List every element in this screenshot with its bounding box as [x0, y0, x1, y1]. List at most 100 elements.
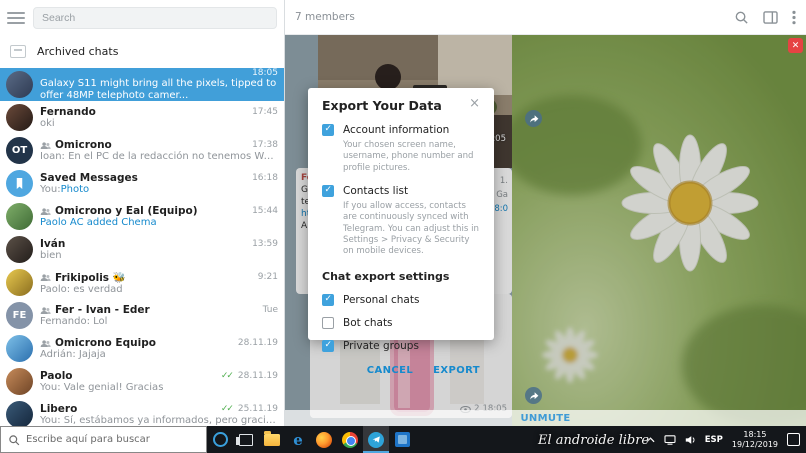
- chat-row-main: Omicrono 17:38 Ioan: En el PC de la redac…: [40, 139, 278, 162]
- tray-expand-icon[interactable]: [646, 436, 655, 443]
- unmute-bar[interactable]: UNMUTE: [285, 410, 806, 426]
- chat-row-main: Iván 13:59 bien: [40, 238, 278, 261]
- export-data-modal: Export Your Data × Account information Y…: [308, 88, 494, 376]
- avatar-initials: FE: [12, 310, 27, 321]
- chat-time: 15:44: [252, 206, 278, 216]
- chat-time: 16:18: [252, 173, 278, 183]
- chat-name: Paolo: [40, 370, 73, 382]
- telegram-window: Archived chats 18:05 Galaxy S11 might br…: [0, 0, 806, 426]
- members-count: 7 members: [295, 11, 355, 23]
- avatar: FE: [6, 302, 33, 329]
- language-indicator[interactable]: ESP: [705, 435, 723, 445]
- action-center-icon[interactable]: [787, 433, 800, 446]
- chat-list-item[interactable]: Frikipolis 🐝 9:21 Paolo: es verdad: [0, 266, 284, 299]
- search-input[interactable]: [33, 6, 277, 29]
- taskbar-search-box[interactable]: [0, 426, 207, 453]
- volume-icon[interactable]: [685, 435, 696, 445]
- group-icon: [40, 339, 51, 348]
- red-close-badge[interactable]: ✕: [788, 38, 803, 53]
- share-arrow-icon: [529, 114, 538, 122]
- chat-list-item[interactable]: Omicrono Equipo 28.11.19 Adrián: Jajaja: [0, 332, 284, 365]
- chat-header[interactable]: 7 members: [285, 0, 806, 35]
- checkbox-label: Private groups: [343, 339, 419, 352]
- chat-time: 28.11.19: [237, 371, 278, 381]
- chat-preview-accent: Photo: [60, 184, 90, 195]
- read-checks-icon: ✓✓: [220, 371, 234, 381]
- group-icon: [40, 306, 51, 315]
- chrome-icon[interactable]: [337, 426, 363, 453]
- checkbox-description: Your chosen screen name, username, phone…: [343, 140, 474, 173]
- chat-list-item[interactable]: OT Omicrono 17:38 Ioan: En el PC de la re…: [0, 134, 284, 167]
- chat-list-item[interactable]: FE Fer - Ivan - Eder Tue Fernando: Lol: [0, 299, 284, 332]
- checkbox-account-information[interactable]: Account information: [322, 124, 480, 136]
- share-arrow-icon: [529, 391, 538, 399]
- sidebar-topbar: [0, 0, 284, 35]
- share-button[interactable]: [525, 387, 542, 404]
- chat-list-item[interactable]: Iván 13:59 bien: [0, 233, 284, 266]
- chat-preview-accent: Paolo AC added Chema: [40, 217, 157, 228]
- chat-time: 18:05: [252, 67, 278, 78]
- checkbox-bot-chats[interactable]: Bot chats: [322, 316, 480, 329]
- chat-list-item-selected[interactable]: 18:05 Galaxy S11 might bring all the pix…: [0, 68, 284, 101]
- file-explorer-icon[interactable]: [259, 426, 285, 453]
- checkbox-label: Personal chats: [343, 293, 420, 306]
- cancel-button[interactable]: CANCEL: [367, 365, 413, 376]
- telegram-icon[interactable]: [363, 426, 389, 453]
- avatar: [6, 335, 33, 362]
- cortana-icon[interactable]: [207, 426, 233, 453]
- checkbox-description: If you allow access, contacts are contin…: [343, 201, 479, 257]
- more-menu-icon[interactable]: [792, 10, 796, 25]
- chat-list-item[interactable]: Paolo ✓✓ 28.11.19 You: Vale genial! Gracia…: [0, 365, 284, 398]
- section-heading: Chat export settings: [322, 269, 450, 283]
- chat-row-main: Libero ✓✓ 25.11.19 You: Sí, estábamos ya i…: [40, 403, 278, 426]
- checkbox-icon[interactable]: [322, 316, 334, 329]
- close-icon[interactable]: ×: [469, 97, 480, 110]
- checkbox-personal-chats[interactable]: Personal chats: [322, 293, 480, 306]
- chat-list-item[interactable]: Saved Messages 16:18 You: Photo: [0, 167, 284, 200]
- chat-preview: Adrián: Jajaja: [40, 349, 106, 360]
- taskbar-search-input[interactable]: [26, 434, 199, 445]
- windows-taskbar: e ESP 18:15 19/12/2019: [0, 426, 806, 453]
- checkbox-contacts-list[interactable]: Contacts list: [322, 185, 480, 198]
- menu-hamburger-icon[interactable]: [7, 11, 25, 24]
- chat-time: 9:21: [257, 272, 278, 282]
- checkbox-label: Bot chats: [343, 316, 393, 329]
- chat-preview: oki: [40, 118, 55, 129]
- chat-preview: bien: [40, 250, 62, 261]
- network-icon[interactable]: [664, 434, 676, 445]
- avatar: [6, 269, 33, 296]
- tray-clock[interactable]: 18:15 19/12/2019: [732, 430, 778, 450]
- chat-list-item[interactable]: Fernando 17:45 oki: [0, 101, 284, 134]
- photos-icon[interactable]: [389, 426, 415, 453]
- share-button[interactable]: [525, 110, 542, 127]
- chat-row-main: 18:05 Galaxy S11 might bring all the pix…: [40, 68, 278, 102]
- search-icon[interactable]: [734, 10, 749, 25]
- checkbox-icon[interactable]: [322, 185, 334, 198]
- checkbox-label: Contacts list: [343, 185, 409, 198]
- chat-preview: Galaxy S11 might bring all the pixels, t…: [40, 77, 277, 101]
- avatar: [6, 368, 33, 395]
- checkbox-icon[interactable]: [322, 293, 334, 306]
- screen: Archived chats 18:05 Galaxy S11 might br…: [0, 0, 806, 453]
- firefox-icon[interactable]: [311, 426, 337, 453]
- task-view-icon[interactable]: [233, 426, 259, 453]
- saved-messages-avatar: [6, 170, 33, 197]
- chat-preview: You: Sí, estábamos ya informados, pero g…: [40, 415, 278, 426]
- edge-icon[interactable]: e: [285, 426, 311, 453]
- archived-chats-row[interactable]: Archived chats: [0, 35, 284, 68]
- checkbox-private-groups[interactable]: Private groups: [322, 339, 480, 352]
- chat-name: Fer - Ivan - Eder: [55, 304, 150, 316]
- photo-message-daisy[interactable]: [502, 35, 806, 426]
- chat-list-item[interactable]: Libero ✓✓ 25.11.19 You: Sí, estábamos ya i…: [0, 398, 284, 426]
- tray-time: 18:15: [743, 429, 767, 439]
- checkbox-icon[interactable]: [322, 124, 334, 136]
- checkbox-icon[interactable]: [322, 339, 334, 352]
- export-button[interactable]: EXPORT: [433, 365, 480, 376]
- archived-chats-label: Archived chats: [37, 45, 119, 58]
- group-icon: [40, 273, 51, 282]
- chat-body: 18:05 Fe Gu te ht A 1. Ga 18:0: [285, 35, 806, 426]
- archive-icon: [10, 45, 26, 58]
- toggle-sidebar-icon[interactable]: [763, 10, 778, 24]
- avatar: [6, 203, 33, 230]
- chat-list-item[interactable]: Omicrono y Eal (Equipo) 15:44 Paolo AC ad…: [0, 200, 284, 233]
